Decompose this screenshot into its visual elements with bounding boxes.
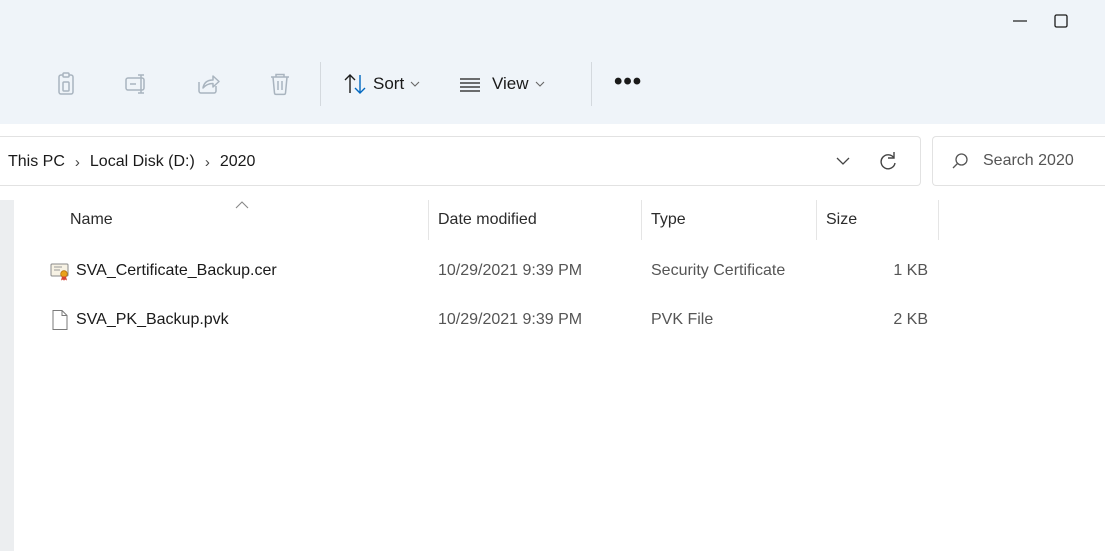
breadcrumb-chevron-icon[interactable]: ›: [75, 154, 80, 171]
sort-label: Sort: [373, 74, 405, 93]
delete-icon: [271, 73, 289, 96]
file-name-cell: SVA_Certificate_Backup.cer: [50, 255, 277, 287]
minimize-icon: [1013, 20, 1027, 22]
search-input[interactable]: [983, 152, 1093, 170]
toolbar-divider: [320, 62, 321, 106]
file-size-cell: 1 KB: [893, 262, 928, 279]
column-header-date-modified[interactable]: Date modified: [438, 200, 537, 240]
search-box[interactable]: [932, 136, 1105, 186]
column-divider[interactable]: [938, 200, 939, 240]
toolbar-divider: [591, 62, 592, 106]
copy-button[interactable]: [52, 70, 80, 98]
refresh-button[interactable]: [876, 149, 900, 178]
file-name-cell: SVA_PK_Backup.pvk: [50, 304, 229, 336]
file-type-cell: Security Certificate: [651, 262, 786, 279]
share-icon: [198, 75, 220, 94]
toolbar: Sort View •••: [0, 58, 1105, 110]
maximize-button[interactable]: [1038, 6, 1084, 36]
copy-icon: [58, 72, 74, 95]
file-date-cell: 10/29/2021 9:39 PM: [438, 262, 583, 279]
file-row[interactable]: SVA_PK_Backup.pvk 10/29/2021 9:39 PM PVK…: [50, 304, 940, 336]
generic-file-icon: [52, 310, 68, 330]
address-bar[interactable]: This PC › Local Disk (D:) › 2020: [0, 136, 921, 186]
breadcrumb: This PC › Local Disk (D:) › 2020: [8, 137, 255, 187]
address-history-button[interactable]: [835, 153, 851, 174]
minimize-button[interactable]: [997, 6, 1043, 36]
breadcrumb-item-2020[interactable]: 2020: [220, 153, 256, 171]
rename-icon: [125, 74, 145, 94]
sort-icon: [344, 74, 366, 94]
column-header-type[interactable]: Type: [651, 200, 686, 240]
search-icon: [952, 153, 968, 169]
share-button[interactable]: [194, 70, 222, 98]
sort-button[interactable]: Sort: [343, 70, 420, 98]
breadcrumb-item-this-pc[interactable]: This PC: [8, 153, 65, 171]
breadcrumb-chevron-icon[interactable]: ›: [205, 154, 210, 171]
command-bar-area: Sort View •••: [0, 0, 1105, 124]
column-divider[interactable]: [428, 200, 429, 240]
view-icon: [460, 78, 480, 92]
breadcrumb-item-local-disk[interactable]: Local Disk (D:): [90, 153, 195, 171]
maximize-icon: [1054, 14, 1068, 28]
file-name: SVA_Certificate_Backup.cer: [76, 262, 277, 279]
file-row[interactable]: SVA_Certificate_Backup.cer 10/29/2021 9:…: [50, 255, 940, 287]
column-header-name[interactable]: Name: [70, 200, 113, 240]
column-divider[interactable]: [641, 200, 642, 240]
file-name: SVA_PK_Backup.pvk: [76, 311, 229, 328]
column-header-size[interactable]: Size: [826, 200, 857, 240]
file-size-cell: 2 KB: [893, 311, 928, 328]
refresh-icon: [880, 152, 896, 170]
navigation-pane-edge[interactable]: [0, 200, 14, 551]
address-row: This PC › Local Disk (D:) › 2020: [0, 124, 1105, 200]
file-date-cell: 10/29/2021 9:39 PM: [438, 311, 583, 328]
chevron-down-icon: [535, 81, 544, 87]
sort-ascending-icon: [235, 201, 249, 209]
view-label: View: [492, 74, 529, 93]
certificate-file-icon: [50, 263, 69, 281]
delete-button[interactable]: [266, 70, 294, 98]
view-button[interactable]: View: [458, 70, 545, 98]
chevron-down-icon: [410, 81, 420, 87]
column-divider[interactable]: [816, 200, 817, 240]
file-type-cell: PVK File: [651, 311, 714, 328]
more-options-button[interactable]: •••: [614, 70, 642, 94]
rename-button[interactable]: [123, 70, 151, 98]
chevron-down-icon: [836, 157, 850, 165]
